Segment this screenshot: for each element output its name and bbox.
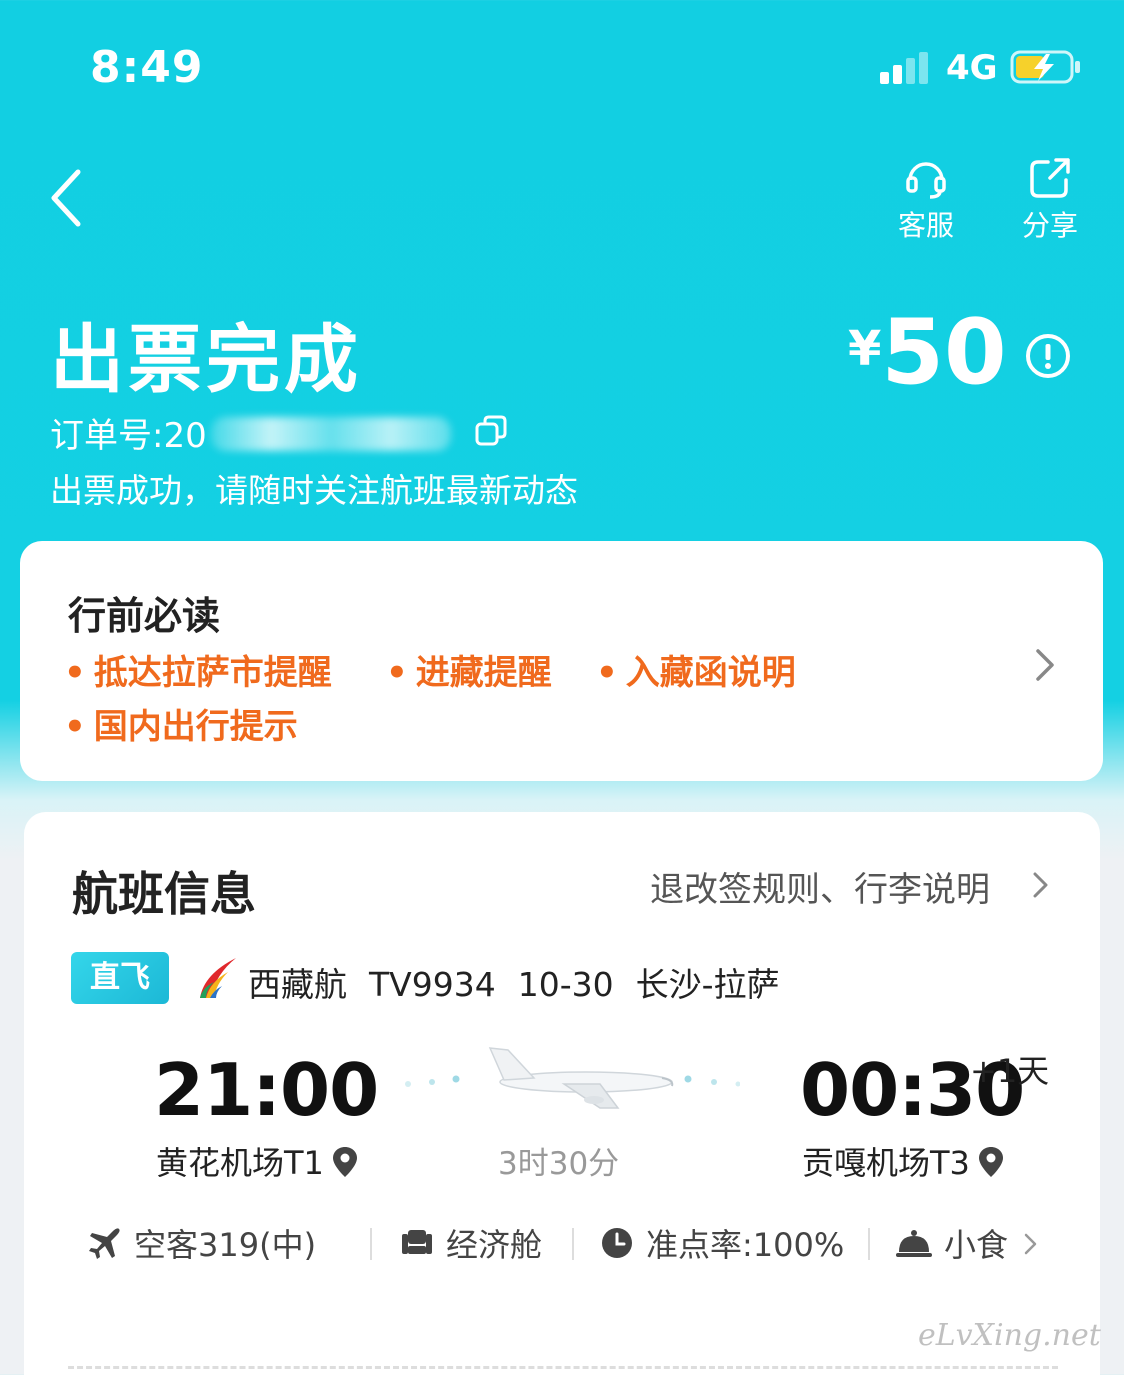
battery-icon xyxy=(1010,50,1080,84)
airline-name: 西藏航 xyxy=(248,965,347,1004)
back-icon[interactable] xyxy=(44,166,88,230)
copy-icon[interactable] xyxy=(474,414,508,448)
seat-icon xyxy=(402,1230,432,1254)
divider xyxy=(868,1228,870,1260)
divider xyxy=(572,1228,574,1260)
flight-info-heading: 航班信息 xyxy=(72,867,256,921)
network-type: 4G xyxy=(946,48,998,88)
aircraft-fact: 空客319(中) xyxy=(88,1220,316,1266)
chevron-right-icon[interactable] xyxy=(1022,1230,1040,1258)
arrival-airport-name: 贡嘎机场T3 xyxy=(802,1144,970,1182)
watermark: eLvXing.net xyxy=(918,1318,1101,1353)
tip-item[interactable]: 进藏提醒 xyxy=(386,645,552,694)
flight-summary: 西藏航 TV9934 10-30 长沙-拉萨 xyxy=(248,958,802,1006)
pre-trip-card[interactable]: 行前必读 抵达拉萨市提醒 进藏提醒 入藏函说明 国内出行提示 xyxy=(20,541,1103,781)
tip-item[interactable]: 国内出行提示 xyxy=(64,699,298,748)
chevron-right-icon[interactable] xyxy=(1030,868,1052,902)
cabin-fact: 经济舱 xyxy=(400,1220,542,1266)
flight-date: 10-30 xyxy=(517,965,614,1004)
dashed-divider xyxy=(68,1366,1058,1369)
order-number-redacted xyxy=(210,417,451,451)
order-number-text: 订单号:20 xyxy=(50,416,207,456)
share-icon xyxy=(1030,158,1070,198)
price-currency: ¥ xyxy=(848,321,882,377)
share-button[interactable]: 分享 xyxy=(1010,156,1090,246)
on-time-fact: 准点率:100% xyxy=(600,1220,844,1266)
order-number: 订单号:20 xyxy=(50,408,451,457)
status-bar: 8:49 4G xyxy=(0,0,1124,120)
flight-duration: 3时30分 xyxy=(498,1146,620,1182)
share-label: 分享 xyxy=(1021,209,1078,242)
flight-route: 长沙-拉萨 xyxy=(635,965,780,1004)
meal-fact: 小食 xyxy=(896,1220,1008,1266)
departure-airport[interactable]: 黄花机场T1 xyxy=(156,1138,358,1184)
signal-icon xyxy=(880,52,928,84)
rules-link[interactable]: 退改签规则、行李说明 xyxy=(650,862,990,911)
location-pin-icon xyxy=(978,1147,1003,1177)
info-icon[interactable] xyxy=(1024,332,1072,380)
meal-info: 小食 xyxy=(944,1226,1009,1264)
order-price[interactable]: ¥50 xyxy=(848,300,1007,405)
status-time: 8:49 xyxy=(90,42,204,93)
cabin-class: 经济舱 xyxy=(446,1226,543,1264)
flight-info-card: 航班信息 退改签规则、行李说明 直飞 西藏航 TV9934 10-30 长沙-拉萨 2… xyxy=(24,812,1100,1375)
order-status-title: 出票完成 xyxy=(50,317,362,403)
customer-service-button[interactable]: 客服 xyxy=(886,156,966,246)
customer-service-label: 客服 xyxy=(897,209,954,242)
plane-icon xyxy=(405,1047,740,1109)
arrival-airport[interactable]: 贡嘎机场T3 xyxy=(802,1138,1004,1184)
direct-flight-badge: 直飞 xyxy=(71,952,169,1004)
departure-time: 21:00 xyxy=(154,1048,379,1132)
order-subtitle: 出票成功，请随时关注航班最新动态 xyxy=(50,471,578,510)
flight-facts-row[interactable]: 空客319(中) 经济舱 准点率:100% 小食 xyxy=(88,1220,1048,1270)
on-time-rate: 准点率:100% xyxy=(646,1226,845,1264)
location-pin-icon xyxy=(332,1147,357,1177)
price-amount: 50 xyxy=(881,300,1007,405)
arrival-day-offset: +1天 xyxy=(970,1052,1050,1090)
divider xyxy=(370,1228,372,1260)
flight-number: TV9934 xyxy=(369,965,496,1004)
tip-item[interactable]: 抵达拉萨市提醒 xyxy=(64,645,332,694)
headset-icon xyxy=(906,162,946,199)
airplane-icon xyxy=(89,1228,120,1259)
airline-logo xyxy=(200,958,236,998)
departure-airport-name: 黄花机场T1 xyxy=(156,1144,324,1182)
meal-icon xyxy=(896,1230,932,1257)
tip-item[interactable]: 入藏函说明 xyxy=(596,645,796,694)
pre-trip-heading: 行前必读 xyxy=(68,594,221,638)
chevron-right-icon[interactable] xyxy=(1032,645,1060,685)
aircraft-type: 空客319(中) xyxy=(134,1226,317,1264)
clock-icon xyxy=(602,1228,632,1258)
